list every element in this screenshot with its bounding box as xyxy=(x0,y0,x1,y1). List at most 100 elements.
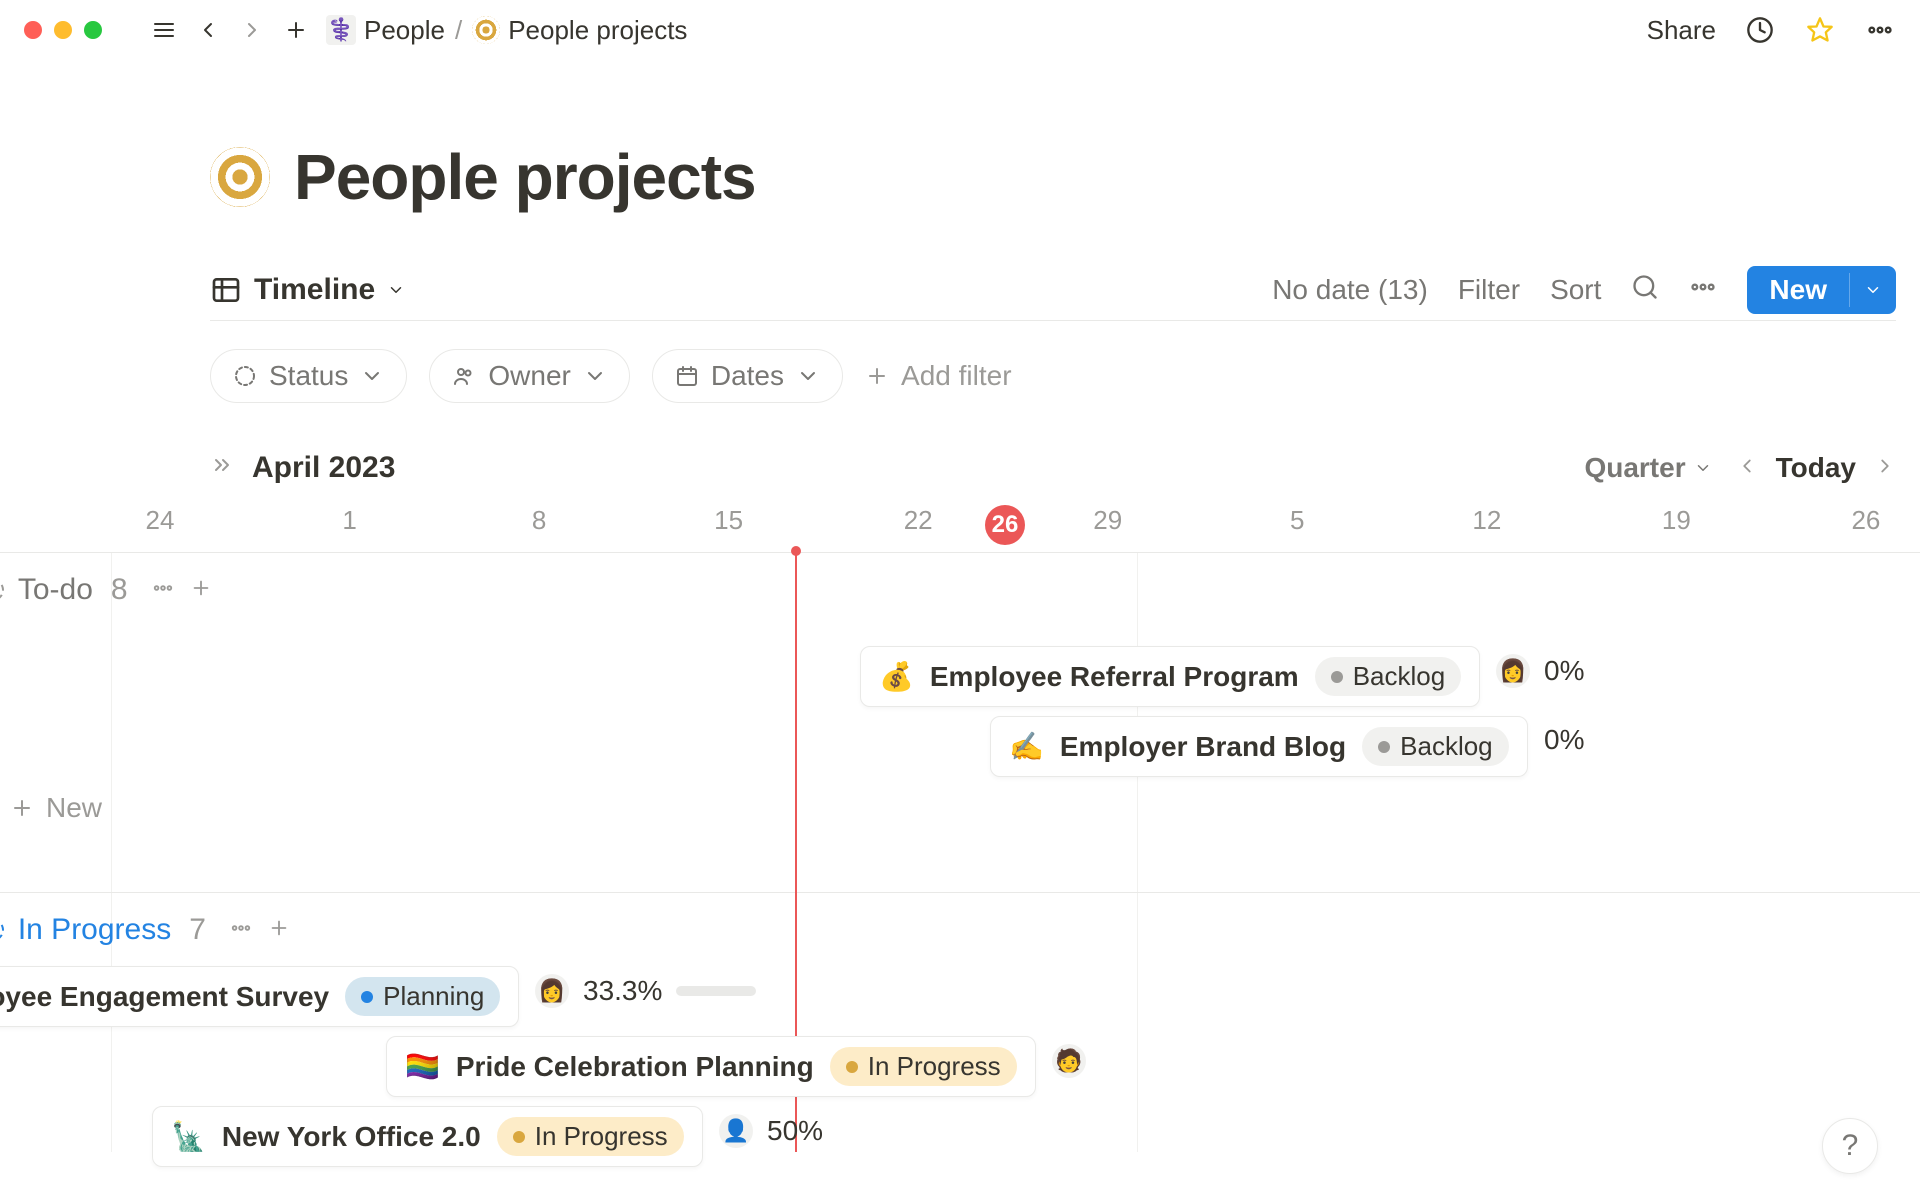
page-title[interactable]: People projects xyxy=(294,140,756,214)
new-row-label: New xyxy=(46,792,102,824)
status-icon xyxy=(233,364,257,388)
filter-pill-label: Status xyxy=(269,360,348,392)
nav-back-button[interactable] xyxy=(190,12,226,48)
chevron-down-icon xyxy=(387,281,405,299)
people-icon xyxy=(452,364,476,388)
status-badge: Backlog xyxy=(1315,657,1462,696)
new-tab-button[interactable] xyxy=(278,12,314,48)
breadcrumb-current[interactable]: People projects xyxy=(472,15,687,46)
timeline-card[interactable]: 💰 Employee Referral Program Backlog xyxy=(860,646,1480,707)
group-name[interactable]: To-do xyxy=(18,573,93,607)
calendar-icon xyxy=(675,364,699,388)
window-minimize-button[interactable] xyxy=(54,21,72,39)
search-icon[interactable] xyxy=(1631,273,1659,308)
group-status-icon xyxy=(0,919,4,941)
add-filter-button[interactable]: Add filter xyxy=(865,360,1012,392)
status-badge: Planning xyxy=(345,977,500,1016)
breadcrumb-parent-label: People xyxy=(364,15,445,46)
card-extras: 🧑 xyxy=(1052,1044,1086,1078)
filter-pill-status[interactable]: Status xyxy=(210,349,407,403)
day-tick: 15 xyxy=(699,505,759,536)
breadcrumb-parent-icon: ⚕️ xyxy=(326,15,356,45)
view-picker[interactable]: Timeline xyxy=(210,273,405,307)
status-dot-icon xyxy=(1378,741,1390,753)
timeline-card[interactable]: 🏳️‍🌈 Pride Celebration Planning In Progr… xyxy=(386,1036,1036,1097)
timeline-card[interactable]: ✍️ Employer Brand Blog Backlog xyxy=(990,716,1528,777)
timeline-card[interactable]: 💌 Employee Engagement Survey Planning xyxy=(0,966,519,1027)
expand-left-icon[interactable] xyxy=(210,451,234,485)
group-add-icon[interactable] xyxy=(190,573,212,607)
more-menu-icon[interactable] xyxy=(1864,14,1896,46)
prev-period-button[interactable] xyxy=(1736,452,1758,484)
window-zoom-button[interactable] xyxy=(84,21,102,39)
window-traffic-lights xyxy=(24,21,102,39)
help-button[interactable]: ? xyxy=(1822,1118,1878,1174)
group-more-icon[interactable] xyxy=(230,913,252,947)
zoom-picker[interactable]: Quarter xyxy=(1584,452,1711,484)
card-title: Employer Brand Blog xyxy=(1060,731,1346,763)
next-period-button[interactable] xyxy=(1874,452,1896,484)
share-button[interactable]: Share xyxy=(1647,15,1716,46)
no-date-button[interactable]: No date (13) xyxy=(1272,274,1428,306)
chevron-down-icon xyxy=(360,364,384,388)
chevron-down-icon xyxy=(1694,459,1712,477)
breadcrumb: ⚕️ People / People projects xyxy=(326,15,687,46)
breadcrumb-separator: / xyxy=(455,15,462,46)
percent-label: 50% xyxy=(767,1115,823,1147)
day-tick: 12 xyxy=(1457,505,1517,536)
new-button: New xyxy=(1747,266,1896,314)
page-content: People projects Timeline No date (13) Fi… xyxy=(0,60,1920,536)
card-title: Employee Referral Program xyxy=(930,661,1299,693)
today-button[interactable]: Today xyxy=(1776,452,1856,484)
timeline-header: April 2023 Quarter Today xyxy=(210,451,1896,485)
status-dot-icon xyxy=(846,1061,858,1073)
timeline-view-icon xyxy=(210,274,242,306)
new-button-dropdown[interactable] xyxy=(1849,273,1896,307)
avatar[interactable]: 👩 xyxy=(1496,654,1530,688)
percent-label: 0% xyxy=(1544,655,1584,687)
view-bar: Timeline No date (13) Filter Sort New xyxy=(210,266,1896,321)
page-icon[interactable] xyxy=(210,147,270,207)
percent-label: 0% xyxy=(1544,724,1584,756)
new-button-main[interactable]: New xyxy=(1747,266,1849,314)
view-name: Timeline xyxy=(254,273,375,307)
avatar[interactable]: 👩 xyxy=(535,974,569,1008)
timeline-card[interactable]: 🗽 New York Office 2.0 In Progress xyxy=(152,1106,703,1167)
today-nav: Today xyxy=(1736,452,1896,484)
plus-icon xyxy=(865,364,889,388)
day-tick: 19 xyxy=(1646,505,1706,536)
topbar-right: Share xyxy=(1647,14,1896,46)
filter-button[interactable]: Filter xyxy=(1458,274,1520,306)
sidebar-toggle-icon[interactable] xyxy=(146,12,182,48)
percent-label: 33.3% xyxy=(583,975,662,1007)
breadcrumb-parent[interactable]: ⚕️ People xyxy=(326,15,445,46)
status-badge: In Progress xyxy=(497,1117,684,1156)
group-count: 7 xyxy=(189,913,206,947)
card-title: Pride Celebration Planning xyxy=(456,1051,814,1083)
filter-row: Status Owner Dates Add filter xyxy=(210,349,1896,403)
updates-icon[interactable] xyxy=(1744,14,1776,46)
timeline-body[interactable]: ▼ To-do 8 💰 Employee Referral Program Ba… xyxy=(0,552,1920,1152)
breadcrumb-current-label: People projects xyxy=(508,15,687,46)
group-add-icon[interactable] xyxy=(268,913,290,947)
timeline-month-label: April 2023 xyxy=(252,451,395,485)
avatar[interactable]: 👤 xyxy=(719,1114,753,1148)
card-title: Employee Engagement Survey xyxy=(0,981,329,1013)
new-row-button[interactable]: New xyxy=(0,772,102,844)
nav-forward-button[interactable] xyxy=(234,12,270,48)
status-dot-icon xyxy=(361,991,373,1003)
view-more-icon[interactable] xyxy=(1689,273,1717,308)
group-name[interactable]: In Progress xyxy=(18,913,171,947)
view-actions: No date (13) Filter Sort New xyxy=(1272,266,1896,314)
card-extras: 👤 50% xyxy=(719,1114,823,1148)
filter-pill-owner[interactable]: Owner xyxy=(429,349,629,403)
status-dot-icon xyxy=(1331,671,1343,683)
favorite-star-icon[interactable] xyxy=(1804,14,1836,46)
card-icon: 💰 xyxy=(879,660,914,693)
window-close-button[interactable] xyxy=(24,21,42,39)
sort-button[interactable]: Sort xyxy=(1550,274,1601,306)
avatar[interactable]: 🧑 xyxy=(1052,1044,1086,1078)
day-tick: 8 xyxy=(509,505,569,536)
filter-pill-dates[interactable]: Dates xyxy=(652,349,843,403)
group-more-icon[interactable] xyxy=(152,573,174,607)
